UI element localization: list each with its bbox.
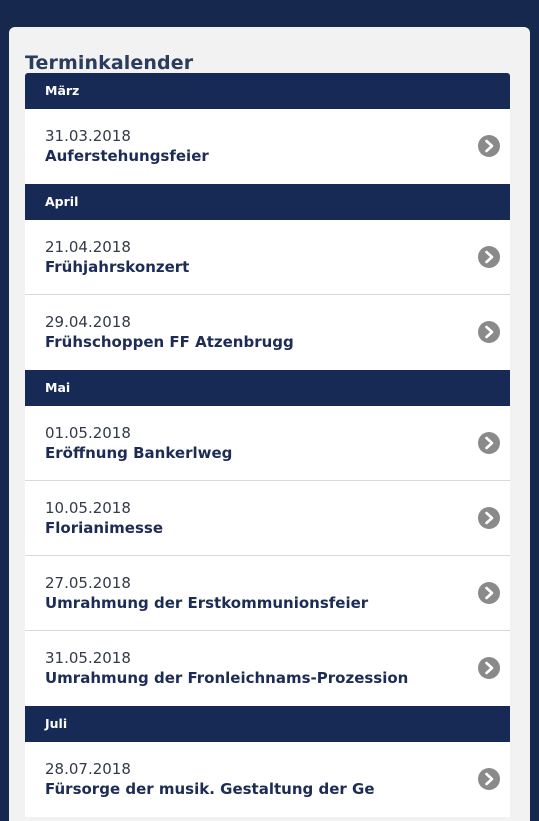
event-item[interactable]: 01.05.2018 Eröffnung Bankerlweg — [25, 406, 510, 481]
event-title: Fürsorge der musik. Gestaltung der Ge — [45, 780, 375, 798]
chevron-right-circle-icon[interactable] — [478, 432, 500, 454]
event-title: Eröffnung Bankerlweg — [45, 444, 233, 462]
event-item[interactable]: 28.07.2018 Fürsorge der musik. Gestaltun… — [25, 742, 510, 817]
event-item[interactable]: 31.03.2018 Auferstehungsfeier — [25, 109, 510, 184]
event-date: 31.05.2018 — [45, 649, 131, 667]
event-item[interactable]: 29.04.2018 Frühschoppen FF Atzenbrugg — [25, 295, 510, 370]
event-title: Florianimesse — [45, 519, 164, 537]
event-title: Frühschoppen FF Atzenbrugg — [45, 333, 294, 351]
event-date: 21.04.2018 — [45, 238, 131, 256]
event-title: Auferstehungsfeier — [45, 147, 209, 165]
event-date: 28.07.2018 — [45, 760, 131, 778]
event-title: Frühjahrskonzert — [45, 258, 190, 276]
event-date: 31.03.2018 — [45, 127, 131, 145]
event-date: 27.05.2018 — [45, 574, 131, 592]
event-date: 29.04.2018 — [45, 313, 131, 331]
page-title: Terminkalender — [25, 52, 194, 74]
event-item[interactable]: 10.05.2018 Florianimesse — [25, 481, 510, 556]
event-date: 01.05.2018 — [45, 424, 131, 442]
event-title: Umrahmung der Fronleichnams-Prozession — [45, 669, 409, 687]
month-header-maerz: März — [25, 73, 510, 109]
chevron-right-circle-icon[interactable] — [478, 135, 500, 157]
event-title: Umrahmung der Erstkommunionsfeier — [45, 594, 369, 612]
month-header-mai: Mai — [25, 370, 510, 406]
chevron-right-circle-icon[interactable] — [478, 507, 500, 529]
month-header-juli: Juli — [25, 706, 510, 742]
chevron-right-circle-icon[interactable] — [478, 657, 500, 679]
chevron-right-circle-icon[interactable] — [478, 246, 500, 268]
chevron-right-circle-icon[interactable] — [478, 321, 500, 343]
chevron-right-circle-icon[interactable] — [478, 768, 500, 790]
event-item[interactable]: 27.05.2018 Umrahmung der Erstkommunionsf… — [25, 556, 510, 631]
event-date: 10.05.2018 — [45, 499, 131, 517]
month-header-april: April — [25, 184, 510, 220]
event-item[interactable]: 31.05.2018 Umrahmung der Fronleichnams-P… — [25, 631, 510, 706]
event-item[interactable]: 21.04.2018 Frühjahrskonzert — [25, 220, 510, 295]
event-list: März 31.03.2018 Auferstehungsfeier April… — [25, 73, 510, 817]
chevron-right-circle-icon[interactable] — [478, 582, 500, 604]
